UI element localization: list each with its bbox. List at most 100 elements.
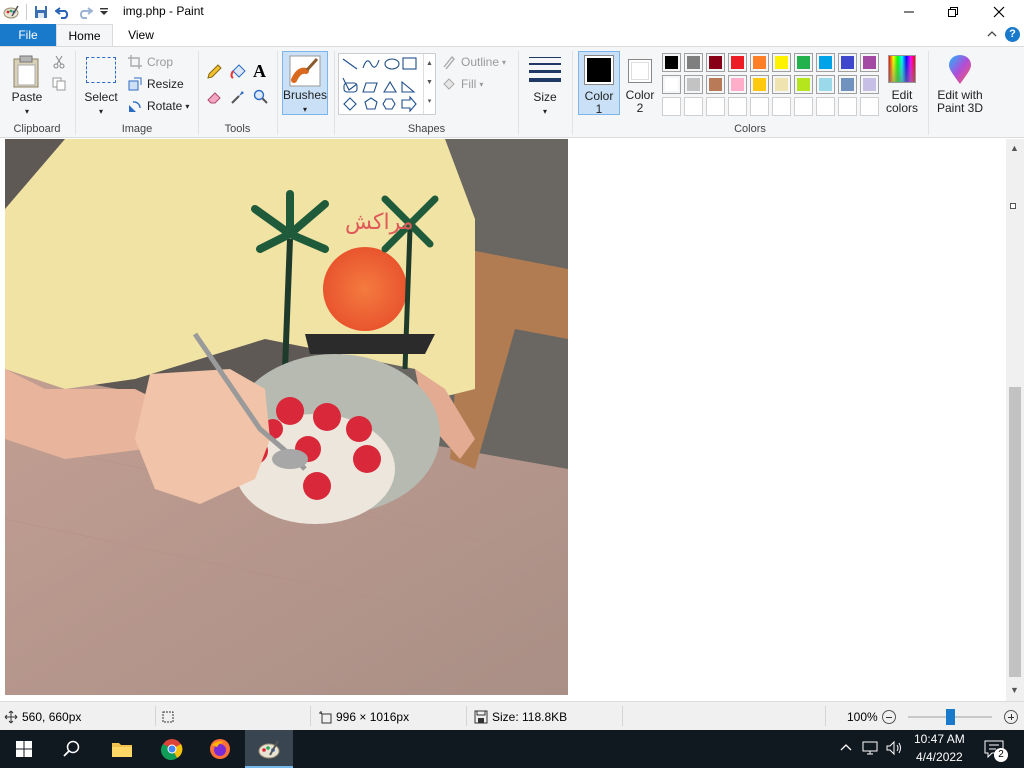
image-size-icon [319, 711, 332, 724]
image-dimensions: 996 × 1016px [318, 710, 409, 724]
palette-swatch[interactable] [794, 53, 813, 72]
network-icon[interactable] [862, 740, 880, 759]
copy-icon[interactable] [52, 77, 66, 94]
palette-swatch[interactable] [662, 75, 681, 94]
pencil-icon[interactable] [206, 64, 222, 83]
close-button[interactable] [976, 0, 1022, 24]
redo-icon[interactable] [76, 3, 94, 21]
color-picker-icon[interactable] [230, 89, 246, 108]
zoom-out-button[interactable] [882, 710, 896, 724]
restore-button[interactable] [930, 0, 976, 24]
paint-app-icon[interactable] [2, 3, 20, 21]
palette-swatch[interactable] [728, 97, 747, 116]
tab-view[interactable]: View [113, 24, 169, 46]
palette-swatch[interactable] [772, 75, 791, 94]
palette-swatch[interactable] [662, 97, 681, 116]
canvas-resize-handle[interactable] [1010, 203, 1016, 209]
paint-taskbar-button[interactable] [245, 730, 293, 768]
firefox-button[interactable] [196, 730, 244, 768]
palette-swatch[interactable] [816, 75, 835, 94]
palette-swatch[interactable] [838, 75, 857, 94]
palette-swatch[interactable] [750, 53, 769, 72]
brushes-button[interactable]: Brushes ▾ [282, 51, 328, 115]
paint3d-icon [949, 55, 971, 84]
move-cursor-icon [4, 710, 18, 724]
fill-button[interactable]: Fill ▾ [442, 77, 483, 91]
size-label: Size [533, 90, 557, 104]
paste-icon[interactable] [12, 55, 42, 92]
palette-swatch[interactable] [662, 53, 681, 72]
magnifier-icon[interactable] [253, 89, 269, 108]
start-button[interactable] [0, 730, 48, 768]
shapes-gallery[interactable] [338, 53, 436, 115]
palette-swatch[interactable] [772, 53, 791, 72]
minimize-ribbon-icon[interactable] [986, 28, 998, 43]
palette-swatch[interactable] [794, 97, 813, 116]
palette-swatch[interactable] [750, 75, 769, 94]
edit-colors-button[interactable]: Edit colors [883, 53, 921, 117]
fill-bucket-icon[interactable] [230, 64, 246, 83]
palette-swatch[interactable] [750, 97, 769, 116]
paint-taskbar-icon [258, 740, 280, 759]
palette-swatch[interactable] [860, 75, 879, 94]
palette-swatch[interactable] [838, 53, 857, 72]
palette-swatch[interactable] [706, 97, 725, 116]
palette-swatch[interactable] [794, 75, 813, 94]
minimize-button[interactable] [886, 0, 932, 24]
color1-button[interactable]: Color 1 [578, 51, 620, 116]
clock-time[interactable]: 10:47 AM [914, 732, 965, 746]
undo-icon[interactable] [54, 3, 72, 21]
palette-swatch[interactable] [860, 53, 879, 72]
scroll-down-icon[interactable]: ▼ [1010, 685, 1019, 695]
palette-swatch[interactable] [816, 97, 835, 116]
select-icon[interactable] [86, 57, 116, 83]
text-tool-icon[interactable]: A [253, 61, 266, 82]
scroll-thumb[interactable] [1009, 387, 1021, 677]
chrome-button[interactable] [148, 730, 196, 768]
rotate-button[interactable]: Rotate ▾ [128, 99, 189, 113]
shapes-scroll[interactable]: ▲ ▼ ▾ [423, 54, 435, 114]
volume-icon[interactable] [886, 740, 904, 759]
fill-label: Fill [461, 77, 477, 91]
scroll-up-icon[interactable]: ▲ [1010, 143, 1019, 153]
group-divider [277, 51, 278, 135]
palette-swatch[interactable] [728, 53, 747, 72]
size-icon[interactable] [528, 55, 562, 86]
tab-file[interactable]: File [0, 24, 56, 46]
palette-swatch[interactable] [772, 97, 791, 116]
brushes-label: Brushes ▾ [283, 88, 328, 115]
zoom-slider-thumb[interactable] [946, 709, 955, 725]
color2-button[interactable]: Color 2 [620, 51, 662, 115]
zoom-in-button[interactable] [1004, 710, 1018, 724]
palette-swatch[interactable] [706, 53, 725, 72]
file-explorer-button[interactable] [98, 730, 146, 768]
palette-swatch[interactable] [706, 75, 725, 94]
edit-with-paint3d-button[interactable]: Edit with Paint 3D [933, 53, 987, 117]
vertical-scrollbar[interactable]: ▲ ▼ [1006, 139, 1024, 701]
palette-swatch[interactable] [860, 97, 879, 116]
tab-home[interactable]: Home [56, 24, 113, 47]
canvas-image[interactable]: مراكش [5, 139, 568, 695]
title-bar: img.php - Paint [0, 0, 1024, 24]
notifications-button[interactable]: 2 [984, 740, 1008, 762]
cut-icon[interactable] [52, 55, 66, 72]
help-icon[interactable]: ? [1005, 27, 1020, 42]
save-icon[interactable] [32, 3, 50, 21]
palette-swatch[interactable] [684, 75, 703, 94]
palette-swatch[interactable] [838, 97, 857, 116]
clock-date[interactable]: 4/4/2022 [916, 750, 963, 764]
search-button[interactable] [48, 730, 96, 768]
size-button[interactable]: Size ▾ [525, 91, 565, 118]
show-hidden-icons-button[interactable] [840, 742, 852, 757]
palette-swatch[interactable] [684, 97, 703, 116]
palette-swatch[interactable] [728, 75, 747, 94]
eraser-icon[interactable] [206, 89, 222, 108]
customize-quick-access-icon[interactable] [95, 3, 113, 21]
select-button[interactable]: Select ▾ [82, 91, 120, 118]
paste-button[interactable]: Paste ▾ [8, 91, 46, 118]
resize-button[interactable]: Resize [128, 77, 184, 91]
crop-button[interactable]: Crop [128, 55, 173, 69]
palette-swatch[interactable] [816, 53, 835, 72]
outline-button[interactable]: Outline ▾ [442, 55, 506, 69]
palette-swatch[interactable] [684, 53, 703, 72]
